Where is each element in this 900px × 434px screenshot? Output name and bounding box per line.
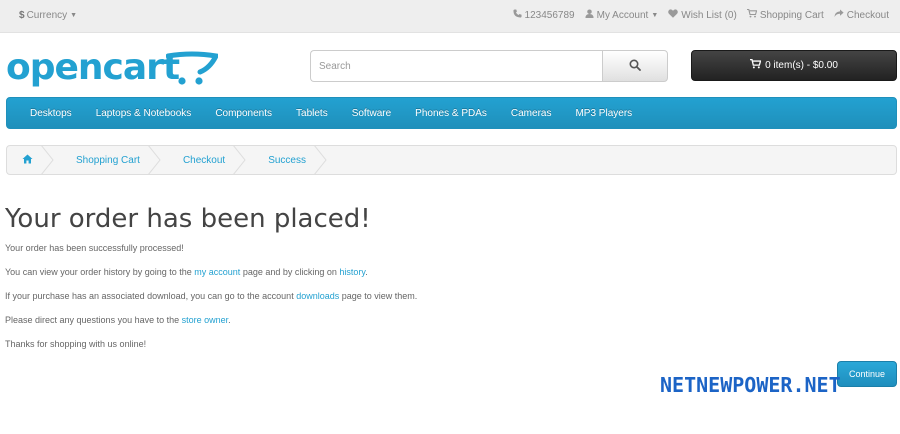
breadcrumb-label: Shopping Cart xyxy=(76,154,140,166)
menu-item-phones-pdas[interactable]: Phones & PDAs xyxy=(403,108,499,119)
checkout-link[interactable]: Checkout xyxy=(834,9,889,21)
opencart-logo[interactable]: opencart xyxy=(6,48,221,92)
my-account-link[interactable]: my account xyxy=(194,267,240,277)
logo-text: opencart xyxy=(6,47,180,88)
breadcrumb-success[interactable]: Success xyxy=(243,146,327,174)
watermark-text: NETNEWPOWER.NET xyxy=(660,373,841,397)
checkout-label: Checkout xyxy=(846,9,889,21)
phone-link[interactable]: 123456789 xyxy=(512,9,575,21)
top-links: 123456789 My Account ▼ Wish List (0) Sho… xyxy=(512,8,889,21)
caret-down-icon: ▼ xyxy=(70,12,78,19)
cart-icon xyxy=(746,8,758,21)
menu-item-components[interactable]: Components xyxy=(203,108,284,119)
menu-item-mp3-players[interactable]: MP3 Players xyxy=(563,108,644,119)
home-icon xyxy=(22,154,33,167)
my-account-dropdown[interactable]: My Account ▼ xyxy=(585,9,659,21)
downloads-link[interactable]: downloads xyxy=(296,291,339,301)
share-icon xyxy=(834,9,844,21)
breadcrumb-home[interactable] xyxy=(7,146,54,174)
breadcrumb-shopping-cart[interactable]: Shopping Cart xyxy=(51,146,161,174)
wishlist-link[interactable]: Wish List (0) xyxy=(668,9,737,21)
shopping-cart-link[interactable]: Shopping Cart xyxy=(746,8,824,21)
paragraph-text: Please direct any questions you have to … xyxy=(5,315,182,325)
paragraph-text: page and by clicking on xyxy=(240,267,340,277)
menu-item-software[interactable]: Software xyxy=(340,108,403,119)
search-group xyxy=(310,50,668,82)
phone-number: 123456789 xyxy=(524,9,575,21)
store-owner-link[interactable]: store owner xyxy=(182,315,229,325)
breadcrumb-checkout[interactable]: Checkout xyxy=(158,146,246,174)
caret-down-icon: ▼ xyxy=(651,11,659,19)
thanks-paragraph: Thanks for shopping with us online! xyxy=(5,339,147,349)
search-button[interactable] xyxy=(602,50,668,82)
breadcrumb-label: Checkout xyxy=(182,154,226,166)
breadcrumb-separator xyxy=(314,146,327,174)
downloads-paragraph: If your purchase has an associated downl… xyxy=(5,291,417,301)
page-title: Your order has been placed! xyxy=(5,204,371,234)
menu-item-laptops-notebooks[interactable]: Laptops & Notebooks xyxy=(84,108,204,119)
menu-item-tablets[interactable]: Tablets xyxy=(284,108,340,119)
paragraph-text: . xyxy=(228,315,231,325)
logo-cart-icon xyxy=(166,51,218,85)
search-icon xyxy=(629,58,641,74)
main-menu: Desktops Laptops & Notebooks Components … xyxy=(6,97,897,129)
menu-item-desktops[interactable]: Desktops xyxy=(18,108,84,119)
paragraph-text: If your purchase has an associated downl… xyxy=(5,291,297,301)
menu-item-cameras[interactable]: Cameras xyxy=(499,108,564,119)
paragraph-text: You can view your order history by going… xyxy=(5,267,195,277)
cart-icon xyxy=(750,58,762,72)
search-input[interactable] xyxy=(310,50,602,82)
cart-total-label: 0 item(s) - $0.00 xyxy=(765,60,838,71)
shopping-cart-label: Shopping Cart xyxy=(759,9,824,21)
breadcrumb: Shopping Cart Checkout Success xyxy=(6,145,897,175)
wishlist-label: Wish List (0) xyxy=(681,9,737,21)
heart-icon xyxy=(668,9,679,21)
history-link[interactable]: history xyxy=(339,267,365,277)
cart-total-button[interactable]: 0 item(s) - $0.00 xyxy=(691,50,897,81)
questions-paragraph: Please direct any questions you have to … xyxy=(5,315,231,325)
my-account-label: My Account xyxy=(596,9,649,21)
currency-dropdown[interactable]: $ Currency ▼ xyxy=(19,10,77,21)
order-history-paragraph: You can view your order history by going… xyxy=(5,267,368,277)
paragraph-text: . xyxy=(365,267,368,277)
user-icon xyxy=(585,9,594,21)
paragraph-text: page to view them. xyxy=(339,291,418,301)
currency-symbol: $ xyxy=(19,10,25,21)
breadcrumb-label: Success xyxy=(268,154,306,166)
top-bar: $ Currency ▼ 123456789 My Account ▼ Wish… xyxy=(0,0,900,33)
phone-icon xyxy=(512,9,522,21)
currency-label: Currency xyxy=(26,10,68,21)
success-message: Your order has been successfully process… xyxy=(5,243,184,253)
continue-button[interactable]: Continue xyxy=(837,361,897,387)
